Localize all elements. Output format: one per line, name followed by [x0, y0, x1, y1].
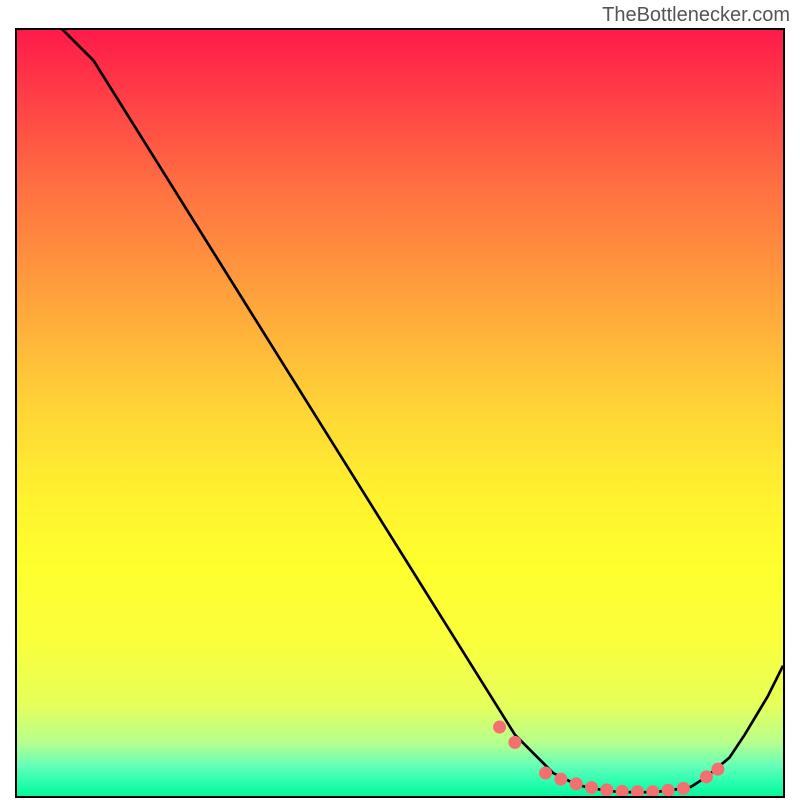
curve-marker	[677, 782, 690, 795]
curve-marker	[600, 783, 613, 796]
curve-marker	[554, 773, 567, 786]
bottleneck-chart	[15, 28, 785, 798]
curve-marker	[711, 763, 724, 776]
curve-marker	[646, 785, 659, 796]
chart-svg	[17, 30, 783, 796]
curve-markers	[493, 721, 724, 796]
curve-marker	[539, 767, 552, 780]
curve-marker	[631, 785, 644, 796]
curve-marker	[700, 770, 713, 783]
attribution-text: TheBottlenecker.com	[602, 4, 790, 27]
curve-marker	[570, 777, 583, 790]
curve-marker	[493, 721, 506, 734]
bottleneck-curve-line	[17, 30, 783, 792]
curve-marker	[616, 785, 629, 796]
curve-marker	[662, 784, 675, 796]
curve-marker	[585, 781, 598, 794]
curve-marker	[508, 736, 521, 749]
